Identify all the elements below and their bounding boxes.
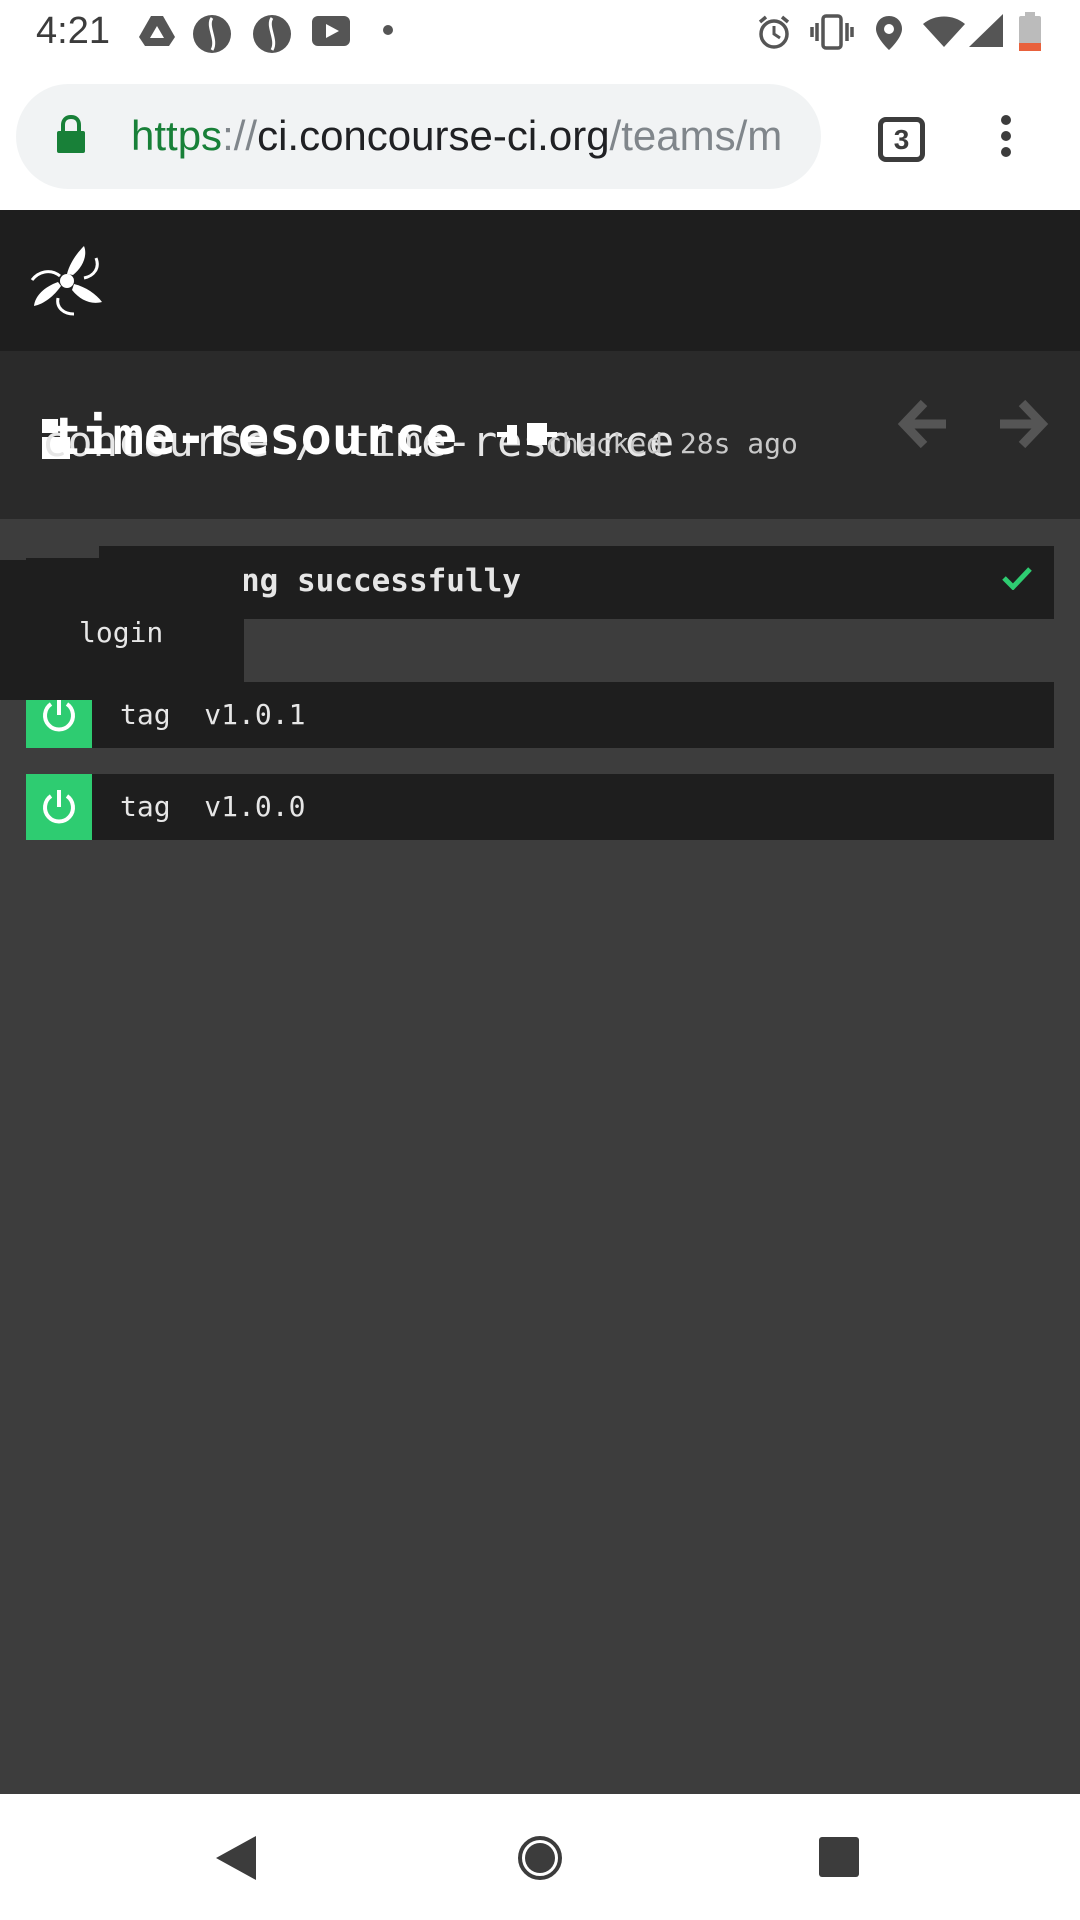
back-icon[interactable]	[214, 1834, 258, 1882]
power-icon	[43, 698, 75, 732]
drive-icon	[139, 16, 175, 46]
url-separator: ://	[222, 112, 258, 159]
user-menu-dropdown: login	[0, 560, 244, 700]
coffee-icon-2	[253, 15, 291, 53]
version-label: tag v1.0.1	[120, 698, 306, 731]
overflow-menu-icon[interactable]	[996, 114, 1016, 158]
wifi-icon	[923, 16, 965, 47]
recents-icon[interactable]	[818, 1836, 860, 1878]
next-page-arrow-icon[interactable]	[996, 397, 1050, 451]
checkmark-icon	[1002, 567, 1032, 590]
browser-toolbar: https://ci.concourse-ci.org/teams/m 3	[0, 64, 1080, 210]
login-label: login	[79, 616, 164, 649]
resource-header: concourse / time-resource time-resource …	[0, 351, 1080, 519]
battery-low-icon	[1019, 12, 1041, 51]
coffee-icon	[193, 15, 231, 53]
previous-page-arrow-icon[interactable]	[896, 397, 950, 451]
tab-switcher-button[interactable]: 3	[878, 117, 925, 162]
check-status-text: ng successfully	[241, 563, 521, 599]
url-scheme: https	[131, 112, 223, 159]
address-bar[interactable]: https://ci.concourse-ci.org/teams/m	[16, 84, 821, 189]
toggle-version-button[interactable]	[26, 774, 92, 840]
status-time: 4:21	[36, 10, 110, 52]
url-text: https://ci.concourse-ci.org/teams/m	[131, 112, 782, 160]
checked-status: checked 28s ago	[545, 427, 798, 460]
concourse-top-bar	[0, 210, 1080, 351]
version-label: tag v1.0.0	[120, 790, 306, 823]
alarm-icon	[758, 15, 790, 49]
login-button[interactable]: login	[0, 560, 244, 700]
lock-icon	[57, 114, 85, 153]
android-status-bar: 4:21	[0, 0, 1080, 64]
power-icon	[43, 790, 75, 824]
youtube-icon	[312, 16, 350, 46]
home-icon[interactable]	[516, 1834, 564, 1882]
resource-title: time-resource	[50, 407, 457, 467]
vibrate-icon	[810, 14, 854, 50]
url-path: /teams/m	[609, 112, 783, 159]
location-icon	[876, 16, 902, 50]
concourse-logo-icon[interactable]	[28, 242, 106, 320]
android-nav-bar	[0, 1794, 1080, 1920]
version-row[interactable]: tag v1.0.0	[26, 774, 1054, 840]
url-host: ci.concourse-ci.org	[257, 112, 610, 159]
dot-icon	[383, 25, 393, 35]
check-bar-tab	[26, 546, 99, 558]
signal-icon	[969, 14, 1003, 47]
